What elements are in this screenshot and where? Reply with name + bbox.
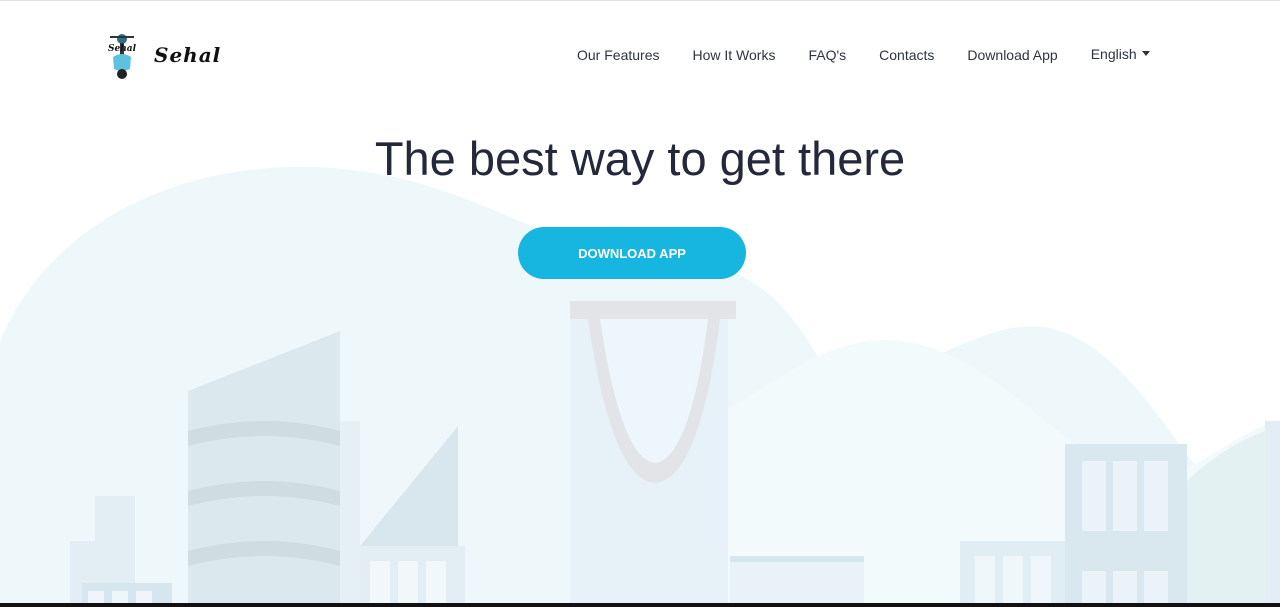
scooter-logo-icon: Sehal: [108, 34, 137, 79]
svg-text:Sehal: Sehal: [108, 44, 137, 54]
landing-page: Sehal Sehal Our Features How It Works FA…: [0, 0, 1280, 607]
bottom-edge-bar: [0, 603, 1280, 607]
brand-logo[interactable]: Sehal Sehal: [100, 29, 221, 81]
download-app-button[interactable]: DOWNLOAD APP: [518, 227, 746, 279]
brand-name: Sehal: [154, 43, 222, 67]
language-dropdown[interactable]: English: [1091, 46, 1150, 62]
nav-our-features[interactable]: Our Features: [577, 47, 659, 63]
hero-title: The best way to get there: [374, 132, 906, 185]
nav-contacts[interactable]: Contacts: [879, 47, 934, 63]
site-header: Sehal Sehal Our Features How It Works FA…: [0, 1, 1280, 111]
nav-faqs[interactable]: FAQ's: [808, 47, 846, 63]
main-nav: Our Features How It Works FAQ's Contacts…: [577, 46, 1150, 63]
language-label: English: [1090, 45, 1137, 62]
nav-how-it-works[interactable]: How It Works: [692, 47, 775, 63]
caret-down-icon: [1141, 51, 1150, 56]
hero-section: The best way to get there: [0, 131, 1280, 186]
nav-download-app[interactable]: Download App: [967, 47, 1057, 63]
